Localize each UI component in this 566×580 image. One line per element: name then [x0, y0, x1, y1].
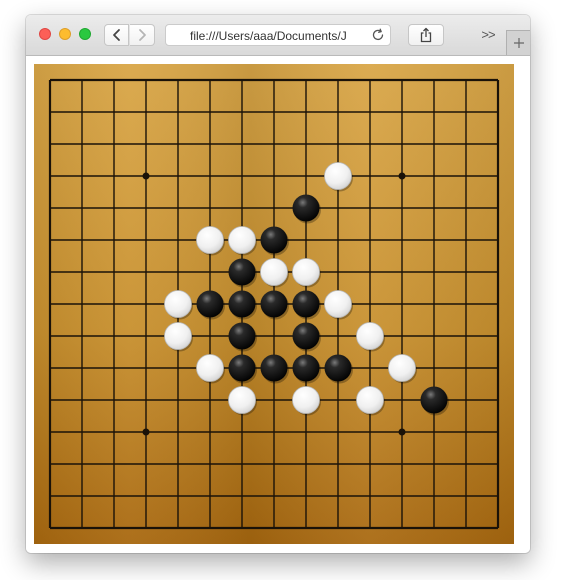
- stone-body: [228, 226, 256, 254]
- share-icon: [420, 27, 432, 43]
- page-content: [26, 56, 530, 553]
- chevron-right-icon: [139, 29, 146, 41]
- stone-body: [388, 354, 416, 382]
- stone-body: [164, 322, 192, 350]
- stone-body: [420, 386, 448, 414]
- stone-body: [292, 290, 320, 318]
- stone-body: [356, 322, 384, 350]
- address-text[interactable]: file:///Users/aaa/Documents/J: [190, 28, 366, 44]
- star-point: [142, 172, 150, 180]
- stone-body: [292, 322, 320, 350]
- minimize-window-button[interactable]: [59, 28, 71, 40]
- browser-toolbar: file:///Users/aaa/Documents/J >>: [26, 15, 530, 56]
- stone-body: [196, 354, 224, 382]
- chevron-left-icon: [112, 29, 120, 41]
- star-point: [398, 428, 406, 436]
- star-point: [398, 172, 406, 180]
- stone-body: [228, 354, 256, 382]
- stone-body: [260, 258, 288, 286]
- toolbar-overflow-button[interactable]: >>: [478, 25, 498, 45]
- stone-body: [292, 386, 320, 414]
- new-tab-button[interactable]: [506, 30, 530, 55]
- forward-button[interactable]: [130, 24, 155, 46]
- stone-body: [324, 354, 352, 382]
- close-window-button[interactable]: [39, 28, 51, 40]
- stone-body: [292, 258, 320, 286]
- stone-body: [260, 290, 288, 318]
- stone-body: [228, 258, 256, 286]
- stone-body: [324, 162, 352, 190]
- stone-body: [228, 322, 256, 350]
- address-bar[interactable]: file:///Users/aaa/Documents/J: [165, 24, 391, 46]
- stone-body: [324, 290, 352, 318]
- stone-body: [292, 354, 320, 382]
- stone-body: [196, 290, 224, 318]
- star-point: [142, 428, 150, 436]
- reload-icon[interactable]: [371, 28, 385, 42]
- maximize-window-button[interactable]: [79, 28, 91, 40]
- stone-body: [196, 226, 224, 254]
- browser-window: file:///Users/aaa/Documents/J >>: [26, 15, 530, 553]
- plus-icon: [513, 38, 524, 48]
- stone-body: [228, 290, 256, 318]
- stone-body: [260, 226, 288, 254]
- share-button[interactable]: [408, 24, 444, 46]
- stone-body: [228, 386, 256, 414]
- stone-body: [356, 386, 384, 414]
- back-button[interactable]: [104, 24, 129, 46]
- stone-body: [164, 290, 192, 318]
- stone-body: [260, 354, 288, 382]
- gomoku-board[interactable]: [34, 64, 514, 544]
- stone-body: [292, 194, 320, 222]
